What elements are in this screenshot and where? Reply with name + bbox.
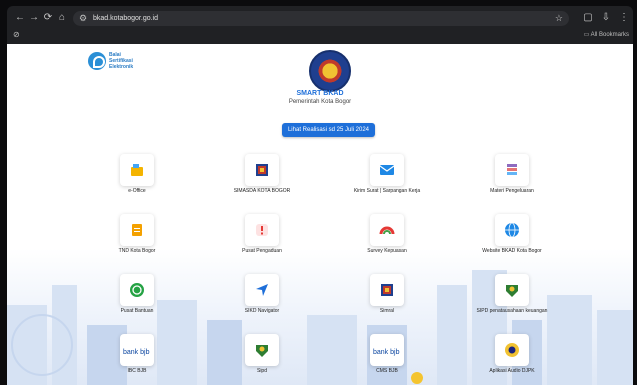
forward-icon[interactable]: → bbox=[27, 11, 41, 25]
browser-toolbar: ← → ⟳ ⌂ ⚙ bkad.kotabogor.go.id ☆ ▢ ⇩ ⋮ bbox=[7, 8, 633, 28]
app-label: SIKD Navigator bbox=[244, 308, 280, 314]
city-emblem-icon bbox=[379, 282, 395, 298]
whatsapp-icon bbox=[129, 282, 145, 298]
browser-chrome: ← → ⟳ ⌂ ⚙ bkad.kotabogor.go.id ☆ ▢ ⇩ ⋮ ⊘… bbox=[7, 6, 633, 44]
app-label: e-Office bbox=[128, 188, 146, 194]
app-label: CMS BJB bbox=[376, 368, 398, 374]
bookmark-star-icon[interactable]: ☆ bbox=[555, 11, 563, 26]
app-tile[interactable] bbox=[120, 274, 154, 306]
address-bar[interactable]: ⚙ bkad.kotabogor.go.id ☆ bbox=[73, 11, 569, 26]
app-item[interactable]: bank bjb CMS BJB bbox=[327, 334, 447, 384]
app-tile[interactable]: bank bjb bbox=[120, 334, 154, 366]
bsre-logo-text: Balai Sertifikasi Elektronik bbox=[109, 52, 134, 70]
bsre-logo[interactable]: Balai Sertifikasi Elektronik bbox=[88, 50, 148, 76]
download-icon[interactable]: ⇩ bbox=[599, 11, 613, 25]
app-label: Aplikasi Audio DJPK bbox=[489, 368, 535, 374]
app-tile[interactable] bbox=[120, 154, 154, 186]
navigation-icon bbox=[254, 282, 270, 298]
menu-icon[interactable]: ⋮ bbox=[617, 11, 631, 25]
app-label: Survey Kepuasan bbox=[367, 248, 407, 254]
clipboard-icon bbox=[129, 222, 145, 238]
app-item[interactable]: TND Kota Bogor bbox=[77, 214, 197, 264]
bank-bjb-logo: bank bjb bbox=[373, 342, 400, 358]
app-title: SMART BKAD bbox=[296, 90, 344, 97]
app-item[interactable]: Sipd bbox=[202, 334, 322, 384]
app-item[interactable]: Survey Kepuasan bbox=[327, 214, 447, 264]
app-tile[interactable] bbox=[245, 154, 279, 186]
back-icon[interactable]: ← bbox=[13, 11, 27, 25]
app-item[interactable]: e-Office bbox=[77, 154, 197, 204]
app-item[interactable]: Aplikasi Audio DJPK bbox=[452, 334, 572, 384]
app-label: Sipd bbox=[256, 368, 267, 374]
bank-bjb-logo: bank bjb bbox=[123, 342, 150, 358]
app-label: IBC BJB bbox=[127, 368, 147, 374]
app-label: Materi Pengeluaran bbox=[490, 188, 534, 194]
home-icon[interactable]: ⌂ bbox=[55, 11, 69, 25]
app-tile[interactable] bbox=[245, 334, 279, 366]
svg-text:bank bjb: bank bjb bbox=[373, 349, 400, 356]
all-bookmarks-label: All Bookmarks bbox=[590, 32, 629, 38]
alert-icon bbox=[254, 222, 270, 238]
app-item[interactable]: Materi Pengeluaran bbox=[452, 154, 572, 204]
document-stack-icon bbox=[504, 162, 520, 178]
app-label: TND Kota Bogor bbox=[118, 248, 156, 254]
app-tile[interactable] bbox=[370, 154, 404, 186]
app-tile[interactable] bbox=[495, 274, 529, 306]
app-item[interactable]: Kirim Surat | Sarpangan Kerja bbox=[327, 154, 447, 204]
office-icon bbox=[129, 162, 145, 178]
all-bookmarks-button[interactable]: ▭ All Bookmarks bbox=[584, 31, 629, 38]
apps-icon[interactable]: ⊘ bbox=[13, 30, 20, 39]
app-tile[interactable] bbox=[495, 154, 529, 186]
app-tile[interactable] bbox=[495, 334, 529, 366]
app-item[interactable]: SIMASDA KOTA BOGOR bbox=[202, 154, 322, 204]
site-info-icon[interactable]: ⚙ bbox=[79, 11, 87, 26]
kota-bogor-emblem-icon bbox=[309, 50, 351, 92]
garuda-emblem-icon bbox=[504, 282, 520, 298]
app-tile[interactable]: bank bjb bbox=[370, 334, 404, 366]
app-item[interactable]: SIPD penatausahaan keuangan bbox=[452, 274, 572, 324]
app-tile[interactable] bbox=[495, 214, 529, 246]
extensions-icon[interactable]: ▢ bbox=[581, 11, 595, 25]
garuda-emblem-icon bbox=[254, 342, 270, 358]
ministry-emblem-icon bbox=[504, 342, 520, 358]
gauge-icon bbox=[379, 222, 395, 238]
app-item[interactable]: SIKD Navigator bbox=[202, 274, 322, 324]
app-item[interactable]: Simral bbox=[327, 274, 447, 324]
reload-icon[interactable]: ⟳ bbox=[41, 11, 55, 25]
url-text: bkad.kotabogor.go.id bbox=[93, 15, 158, 22]
bookmarks-bar: ⊘ ▭ All Bookmarks bbox=[7, 28, 633, 44]
mail-icon bbox=[379, 162, 395, 178]
app-item[interactable]: Pusat Pengaduan bbox=[202, 214, 322, 264]
app-label: Website BKAD Kota Bogor bbox=[482, 248, 542, 254]
app-label: Pusat Bantuan bbox=[120, 308, 154, 314]
app-tile[interactable] bbox=[370, 274, 404, 306]
globe-icon bbox=[504, 222, 520, 238]
bsre-logo-icon bbox=[88, 52, 106, 70]
svg-text:bank bjb: bank bjb bbox=[123, 349, 150, 356]
app-item[interactable]: Pusat Bantuan bbox=[77, 274, 197, 324]
app-label: SIPD penatausahaan keuangan bbox=[476, 308, 548, 314]
app-tile[interactable] bbox=[370, 214, 404, 246]
app-item[interactable]: Website BKAD Kota Bogor bbox=[452, 214, 572, 264]
app-label: Pusat Pengaduan bbox=[242, 248, 282, 254]
page-content: Balai Sertifikasi Elektronik SMART BKAD … bbox=[7, 44, 633, 385]
app-label: SIMASDA KOTA BOGOR bbox=[233, 188, 291, 194]
app-label: Kirim Surat | Sarpangan Kerja bbox=[353, 188, 421, 194]
app-label: Simral bbox=[379, 308, 395, 314]
realisasi-button[interactable]: Lihat Realisasi sd 25 Juli 2024 bbox=[282, 123, 375, 137]
app-tile[interactable] bbox=[120, 214, 154, 246]
city-emblem-icon bbox=[254, 162, 270, 178]
app-tile[interactable] bbox=[245, 274, 279, 306]
app-item[interactable]: bank bjb IBC BJB bbox=[77, 334, 197, 384]
app-tile[interactable] bbox=[245, 214, 279, 246]
org-subtitle: Pemerintah Kota Bogor bbox=[288, 99, 352, 105]
